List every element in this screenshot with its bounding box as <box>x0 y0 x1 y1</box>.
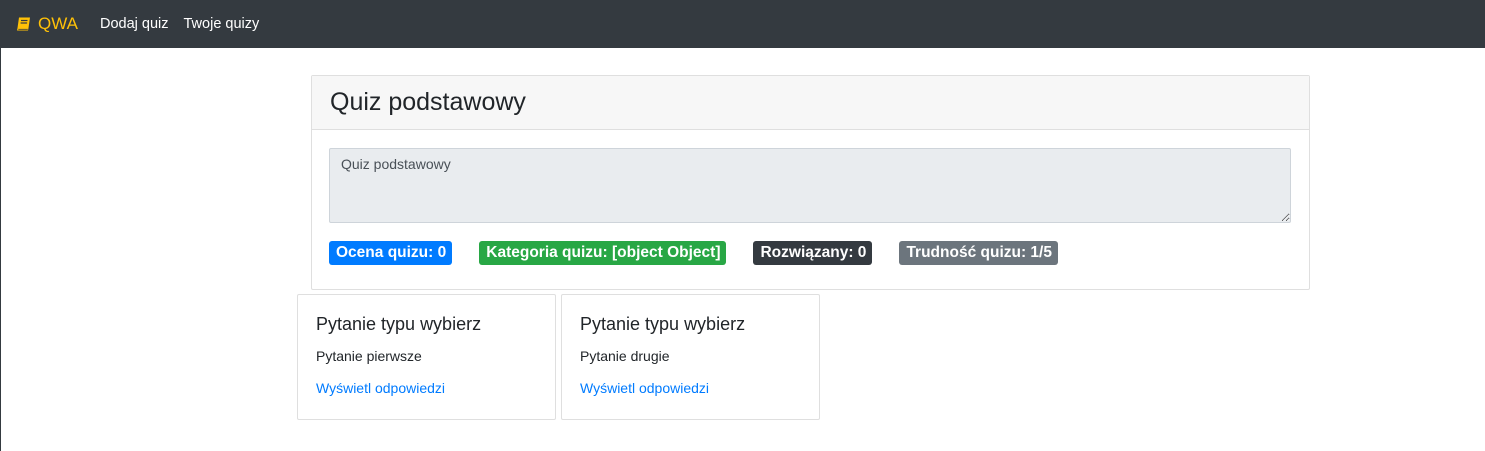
quiz-description[interactable]: Quiz podstawowy <box>329 148 1291 223</box>
question-card: Pytanie typu wybierz Pytanie pierwsze Wy… <box>297 294 556 420</box>
nav-add-quiz[interactable]: Dodaj quiz <box>100 16 169 32</box>
quiz-header: Quiz podstawowy <box>312 76 1309 130</box>
quiz-title: Quiz podstawowy <box>330 88 526 116</box>
quiz-card: Quiz podstawowy Quiz podstawowy Ocena qu… <box>311 75 1310 290</box>
question-title: Pytanie typu wybierz <box>316 314 482 334</box>
book-icon <box>17 17 30 31</box>
question-card: Pytanie typu wybierz Pytanie drugie Wyśw… <box>561 294 820 420</box>
question-title: Pytanie typu wybierz <box>580 314 746 334</box>
show-answers-link[interactable]: Wyświetl odpowiedzi <box>316 380 445 396</box>
solved-badge: Rozwiązany: 0 <box>753 241 873 265</box>
navbar: QWA Dodaj quiz Twoje quizy <box>1 0 1485 48</box>
difficulty-badge: Trudność quizu: 1/5 <box>899 241 1058 265</box>
show-answers-link[interactable]: Wyświetl odpowiedzi <box>580 380 709 396</box>
nav-your-quizzes[interactable]: Twoje quizy <box>184 16 260 32</box>
quiz-badges: Ocena quizu: 0 Kategoria quizu: [object … <box>329 241 1291 265</box>
question-text: Pytanie pierwsze <box>316 348 422 364</box>
brand-label: QWA <box>38 14 78 33</box>
brand-link[interactable]: QWA <box>16 14 78 34</box>
category-badge: Kategoria quizu: [object Object] <box>479 241 727 265</box>
quiz-body: Quiz podstawowy Ocena quizu: 0 Kategoria… <box>312 130 1309 265</box>
rating-badge: Ocena quizu: 0 <box>329 241 453 265</box>
question-text: Pytanie drugie <box>580 348 670 364</box>
